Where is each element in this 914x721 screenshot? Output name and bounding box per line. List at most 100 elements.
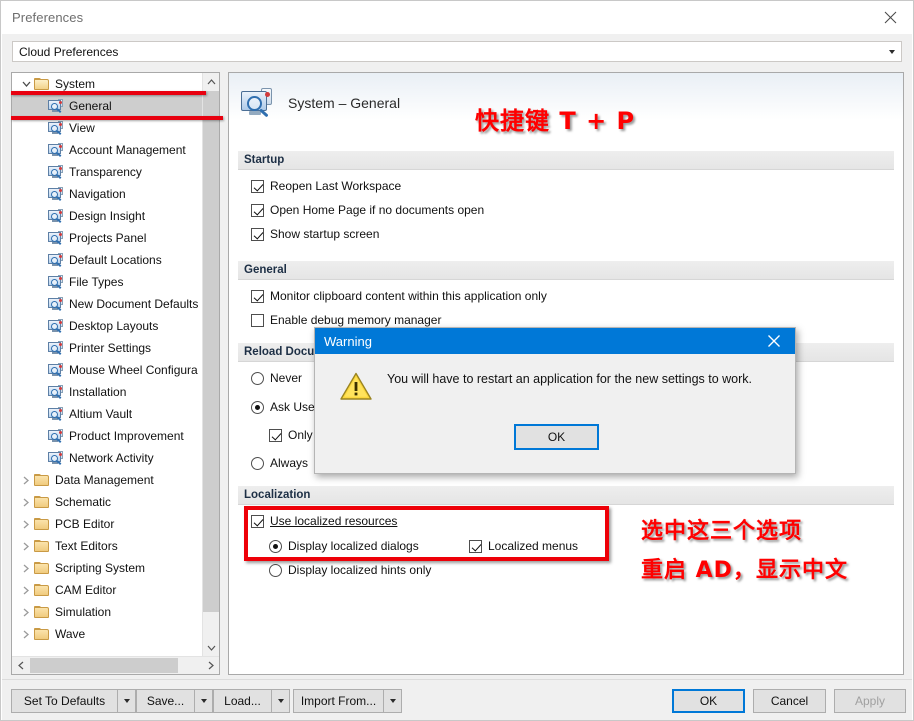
checkbox-monitor-clipboard[interactable]: Monitor clipboard content within this ap… (251, 289, 547, 303)
tree-item-navigation[interactable]: Navigation (12, 183, 204, 205)
tree-item-label: Product Improvement (69, 429, 184, 443)
chevron-left-icon[interactable] (12, 657, 29, 674)
radio-button[interactable] (251, 371, 264, 385)
checkbox-box[interactable] (251, 227, 264, 241)
set-to-defaults-split-arrow[interactable] (118, 689, 136, 713)
preferences-window: Preferences Cloud Preferences System Gene… (0, 0, 914, 721)
chevron-right-icon[interactable] (18, 557, 34, 579)
tree-item-view[interactable]: View (12, 117, 204, 139)
warning-ok-button[interactable]: OK (514, 424, 599, 450)
save-split-arrow[interactable] (195, 689, 213, 713)
checkbox-box[interactable] (251, 203, 264, 217)
tree-item-product-improvement[interactable]: Product Improvement (12, 425, 204, 447)
radio-reload-never[interactable]: Never (251, 371, 302, 385)
radio-display-localized-dialogs[interactable]: Display localized dialogs (269, 539, 419, 553)
tree-item-label: Data Management (55, 473, 154, 487)
close-icon[interactable] (867, 1, 913, 33)
cancel-button[interactable]: Cancel (753, 689, 826, 713)
save-button[interactable]: Save... (136, 689, 195, 713)
tree-item-data-management[interactable]: Data Management (12, 469, 204, 491)
tree-item-projects-panel[interactable]: Projects Panel (12, 227, 204, 249)
chevron-down-icon[interactable] (203, 639, 219, 656)
chevron-right-icon[interactable] (18, 579, 34, 601)
tree-item-installation[interactable]: Installation (12, 381, 204, 403)
radio-reload-always[interactable]: Always (251, 456, 308, 470)
import-from-split-arrow[interactable] (384, 689, 402, 713)
folder-icon (34, 583, 50, 597)
preferences-page-icon (48, 209, 64, 223)
set-to-defaults-button[interactable]: Set To Defaults (11, 689, 118, 713)
chevron-right-icon[interactable] (18, 491, 34, 513)
radio-label: Display localized dialogs (288, 539, 419, 553)
tree-vscroll-thumb[interactable] (203, 91, 219, 612)
chevron-right-icon[interactable] (18, 535, 34, 557)
tree-item-text-editors[interactable]: Text Editors (12, 535, 204, 557)
checkbox-show-startup-screen[interactable]: Show startup screen (251, 227, 379, 241)
tree-item-label: Default Locations (69, 253, 162, 267)
checkbox-box[interactable] (251, 514, 264, 528)
tree-item-label: Schematic (55, 495, 112, 509)
checkbox-open-home-page[interactable]: Open Home Page if no documents open (251, 203, 484, 217)
tree-item-new-document-defaults[interactable]: New Document Defaults (12, 293, 204, 315)
chevron-right-icon[interactable] (18, 601, 34, 623)
tree-item-general[interactable]: General (12, 95, 204, 117)
cloud-preferences-combo[interactable]: Cloud Preferences (12, 41, 902, 62)
checkbox-box[interactable] (251, 289, 264, 303)
checkbox-localized-menus[interactable]: Localized menus (469, 539, 578, 553)
tree-item-default-locations[interactable]: Default Locations (12, 249, 204, 271)
tree-vertical-scrollbar[interactable] (202, 73, 219, 656)
load-button[interactable]: Load... (213, 689, 272, 713)
checkbox-label: Use localized resources (270, 514, 398, 528)
tree-item-label: Altium Vault (69, 407, 133, 421)
preferences-page-icon (48, 363, 64, 377)
radio-reload-ask-user[interactable]: Ask User (251, 400, 319, 414)
folder-icon (34, 627, 50, 641)
checkbox-box[interactable] (469, 539, 482, 553)
checkbox-box[interactable] (251, 313, 264, 327)
chevron-down-icon[interactable] (889, 49, 895, 54)
tree-item-wave[interactable]: Wave (12, 623, 204, 645)
checkbox-label: Open Home Page if no documents open (270, 203, 485, 217)
tree-hscroll-thumb[interactable] (30, 658, 178, 673)
tree-item-mouse-wheel-configura[interactable]: Mouse Wheel Configura (12, 359, 204, 381)
preferences-tree[interactable]: System General View Account Management Trans… (12, 73, 204, 656)
radio-display-localized-hints-only[interactable]: Display localized hints only (269, 563, 431, 577)
tree-item-scripting-system[interactable]: Scripting System (12, 557, 204, 579)
tree-item-network-activity[interactable]: Network Activity (12, 447, 204, 469)
tree-item-design-insight[interactable]: Design Insight (12, 205, 204, 227)
checkbox-reopen-last-workspace[interactable]: Reopen Last Workspace (251, 179, 401, 193)
checkbox-box[interactable] (251, 179, 264, 193)
chevron-right-icon[interactable] (202, 657, 219, 674)
tree-item-pcb-editor[interactable]: PCB Editor (12, 513, 204, 535)
import-from-button[interactable]: Import From... (293, 689, 384, 713)
tree-item-printer-settings[interactable]: Printer Settings (12, 337, 204, 359)
tree-horizontal-scrollbar[interactable] (12, 656, 219, 674)
tree-item-transparency[interactable]: Transparency (12, 161, 204, 183)
load-split-arrow[interactable] (272, 689, 290, 713)
tree-item-simulation[interactable]: Simulation (12, 601, 204, 623)
tree-item-altium-vault[interactable]: Altium Vault (12, 403, 204, 425)
chevron-right-icon[interactable] (18, 469, 34, 491)
radio-button[interactable] (251, 456, 264, 470)
ok-button[interactable]: OK (672, 689, 745, 713)
tree-item-account-management[interactable]: Account Management (12, 139, 204, 161)
chevron-up-icon[interactable] (203, 73, 219, 90)
radio-button[interactable] (269, 539, 282, 553)
warning-triangle-icon (340, 372, 372, 401)
annotation-line-below-general (11, 116, 223, 120)
tree-item-cam-editor[interactable]: CAM Editor (12, 579, 204, 601)
checkbox-box[interactable] (269, 428, 282, 442)
warning-dialog-titlebar: Warning (315, 328, 795, 354)
tree-item-schematic[interactable]: Schematic (12, 491, 204, 513)
chevron-right-icon[interactable] (18, 623, 34, 645)
checkbox-enable-debug-memory-manager[interactable]: Enable debug memory manager (251, 313, 441, 327)
radio-button[interactable] (251, 400, 264, 414)
chevron-right-icon[interactable] (18, 513, 34, 535)
tree-item-desktop-layouts[interactable]: Desktop Layouts (12, 315, 204, 337)
radio-button[interactable] (269, 563, 282, 577)
tree-item-file-types[interactable]: File Types (12, 271, 204, 293)
tree-item-label: Design Insight (69, 209, 146, 223)
checkbox-use-localized-resources[interactable]: Use localized resources (251, 514, 397, 528)
close-icon[interactable] (753, 328, 795, 354)
tree-item-label: Desktop Layouts (69, 319, 159, 333)
